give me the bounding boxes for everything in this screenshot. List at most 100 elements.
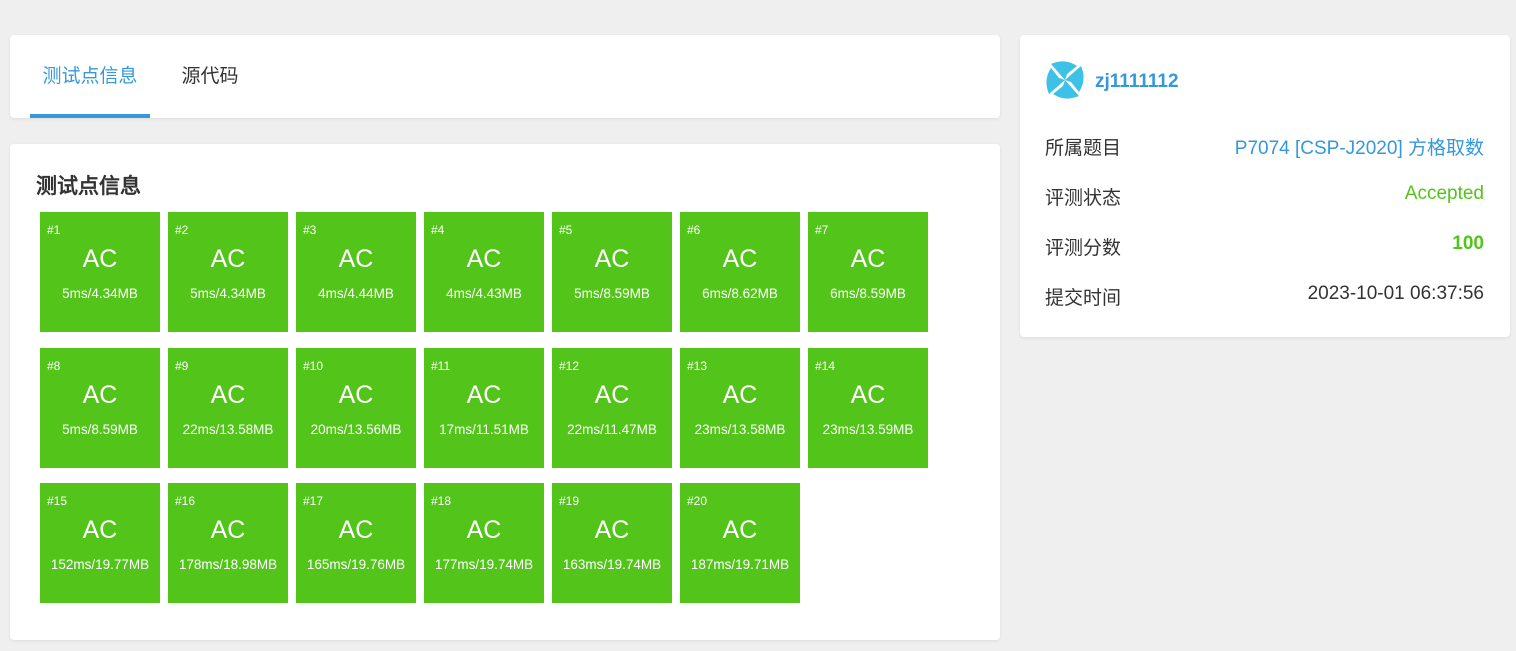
- testcase-tile[interactable]: #2 AC 5ms/4.34MB: [168, 212, 288, 332]
- testcase-tile[interactable]: #10 AC 20ms/13.56MB: [296, 347, 416, 468]
- testcase-number: #6: [687, 223, 701, 237]
- testcase-tile[interactable]: #19 AC 163ms/19.74MB: [552, 483, 672, 603]
- testcase-result: 5ms/8.59MB: [62, 421, 138, 437]
- section-title: 测试点信息: [36, 175, 141, 198]
- testcase-number: #9: [175, 358, 189, 373]
- testcase-tile[interactable]: #9 AC 22ms/13.58MB: [168, 347, 288, 468]
- score-label: 评测分数: [1045, 238, 1122, 259]
- testcase-number: #18: [431, 494, 452, 508]
- testcase-status: AC: [466, 245, 502, 273]
- testcase-number: #14: [815, 358, 836, 373]
- testcase-tile[interactable]: #11 AC 17ms/11.51MB: [424, 347, 544, 468]
- testcase-tile[interactable]: #13 AC 23ms/13.58MB: [680, 347, 800, 468]
- testcase-status: AC: [210, 516, 246, 544]
- testcase-result: 5ms/8.59MB: [574, 286, 650, 301]
- tabs-card: 测试点信息 源代码: [10, 35, 1000, 118]
- testcase-result: 163ms/19.74MB: [562, 557, 662, 572]
- testcase-tile[interactable]: #7 AC 6ms/8.59MB: [808, 212, 928, 332]
- username-link[interactable]: zj1111112: [1095, 71, 1179, 93]
- testcase-result: 5ms/4.34MB: [62, 286, 138, 301]
- testcase-number: #3: [303, 223, 317, 237]
- testcase-number: #1: [47, 223, 61, 237]
- testcase-result: 187ms/19.71MB: [690, 557, 790, 572]
- testcase-status: AC: [722, 245, 758, 273]
- tab-testcase-info[interactable]: 测试点信息: [30, 35, 150, 118]
- testcase-result: 4ms/4.44MB: [318, 286, 394, 301]
- testcase-status: AC: [850, 380, 886, 409]
- testcase-result: 4ms/4.43MB: [446, 286, 522, 301]
- submit-time-label: 提交时间: [1045, 288, 1122, 309]
- testcase-number: #2: [175, 223, 189, 237]
- testcase-result: 177ms/19.74MB: [434, 557, 534, 572]
- status-value: Accepted: [1404, 183, 1484, 204]
- testcase-status: AC: [722, 380, 758, 409]
- testcase-tile[interactable]: #15 AC 152ms/19.77MB: [40, 483, 160, 603]
- info-row-status: 评测状态 Accepted: [1045, 183, 1484, 213]
- info-row-problem: 所属题目 P7074 [CSP-J2020] 方格取数: [1045, 133, 1484, 163]
- testcase-status: AC: [210, 380, 246, 409]
- testcase-status: AC: [338, 245, 374, 273]
- tab-source-code[interactable]: 源代码: [180, 35, 240, 118]
- testcase-result: 178ms/18.98MB: [178, 557, 278, 572]
- testcase-number: #5: [559, 223, 573, 237]
- testcase-status: AC: [338, 380, 374, 409]
- testcase-number: #11: [431, 358, 451, 373]
- testcase-result: 5ms/4.34MB: [190, 286, 266, 301]
- testcase-tile[interactable]: #16 AC 178ms/18.98MB: [168, 483, 288, 603]
- user-avatar-icon[interactable]: [1045, 60, 1085, 100]
- testcase-tile[interactable]: #18 AC 177ms/19.74MB: [424, 483, 544, 603]
- testcase-number: #7: [815, 223, 829, 237]
- testcase-result: 22ms/11.47MB: [567, 421, 657, 437]
- testcase-status: AC: [850, 245, 886, 273]
- testcase-status: AC: [594, 380, 630, 409]
- testcases-card: 测试点信息 #1 AC 5ms/4.34MB #2 AC 5ms/4.34MB #3 AC 4m…: [10, 144, 1000, 640]
- testcase-status: AC: [722, 516, 758, 544]
- testcase-result: 17ms/11.51MB: [439, 421, 529, 437]
- info-row-submit-time: 提交时间 2023-10-01 06:37:56: [1045, 283, 1484, 313]
- testcase-result: 23ms/13.59MB: [822, 421, 914, 437]
- testcase-status: AC: [210, 245, 246, 273]
- testcase-tile[interactable]: #17 AC 165ms/19.76MB: [296, 483, 416, 603]
- testcase-status: AC: [82, 516, 118, 544]
- testcase-number: #8: [47, 358, 61, 373]
- submission-info-card: zj1111112 所属题目 P7074 [CSP-J2020] 方格取数 评测…: [1020, 35, 1510, 337]
- testcase-result: 152ms/19.77MB: [50, 557, 150, 572]
- testcase-result: 6ms/8.62MB: [702, 286, 778, 301]
- testcase-status: AC: [594, 245, 630, 273]
- problem-label: 所属题目: [1045, 138, 1122, 159]
- testcase-result: 20ms/13.56MB: [310, 421, 402, 437]
- testcase-tile[interactable]: #12 AC 22ms/11.47MB: [552, 347, 672, 468]
- testcase-result: 23ms/13.58MB: [694, 421, 786, 437]
- testcase-number: #16: [175, 494, 196, 508]
- problem-link[interactable]: P7074 [CSP-J2020] 方格取数: [1235, 133, 1484, 160]
- testcase-tile[interactable]: #5 AC 5ms/8.59MB: [552, 212, 672, 332]
- testcase-number: #20: [687, 494, 708, 508]
- testcase-number: #15: [47, 494, 68, 508]
- testcase-status: AC: [466, 380, 502, 409]
- testcase-number: #13: [687, 358, 708, 373]
- submit-time-value: 2023-10-01 06:37:56: [1307, 283, 1484, 304]
- testcase-number: #17: [303, 494, 324, 508]
- testcase-tile[interactable]: #3 AC 4ms/4.44MB: [296, 212, 416, 332]
- testcase-status: AC: [338, 516, 374, 544]
- testcase-status: AC: [594, 516, 630, 544]
- testcase-tile[interactable]: #6 AC 6ms/8.62MB: [680, 212, 800, 332]
- testcase-tile[interactable]: #4 AC 4ms/4.43MB: [424, 212, 544, 332]
- testcase-number: #4: [431, 223, 445, 237]
- testcase-tile[interactable]: #8 AC 5ms/8.59MB: [40, 347, 160, 468]
- testcase-result: 165ms/19.76MB: [306, 557, 406, 572]
- testcase-status: AC: [466, 516, 502, 544]
- testcase-number: #19: [559, 494, 580, 508]
- testcase-status: AC: [82, 380, 118, 409]
- info-row-score: 评测分数 100: [1045, 233, 1484, 263]
- status-label: 评测状态: [1045, 188, 1122, 209]
- score-value: 100: [1452, 233, 1484, 254]
- testcase-tile[interactable]: #14 AC 23ms/13.59MB: [808, 347, 928, 468]
- testcase-result: 22ms/13.58MB: [182, 421, 274, 437]
- testcase-number: #12: [559, 358, 580, 373]
- testcase-number: #10: [303, 358, 324, 373]
- testcase-tile[interactable]: #20 AC 187ms/19.71MB: [680, 483, 800, 603]
- testcase-tile[interactable]: #1 AC 5ms/4.34MB: [40, 212, 160, 332]
- testcase-result: 6ms/8.59MB: [830, 286, 906, 301]
- testcase-status: AC: [82, 245, 118, 273]
